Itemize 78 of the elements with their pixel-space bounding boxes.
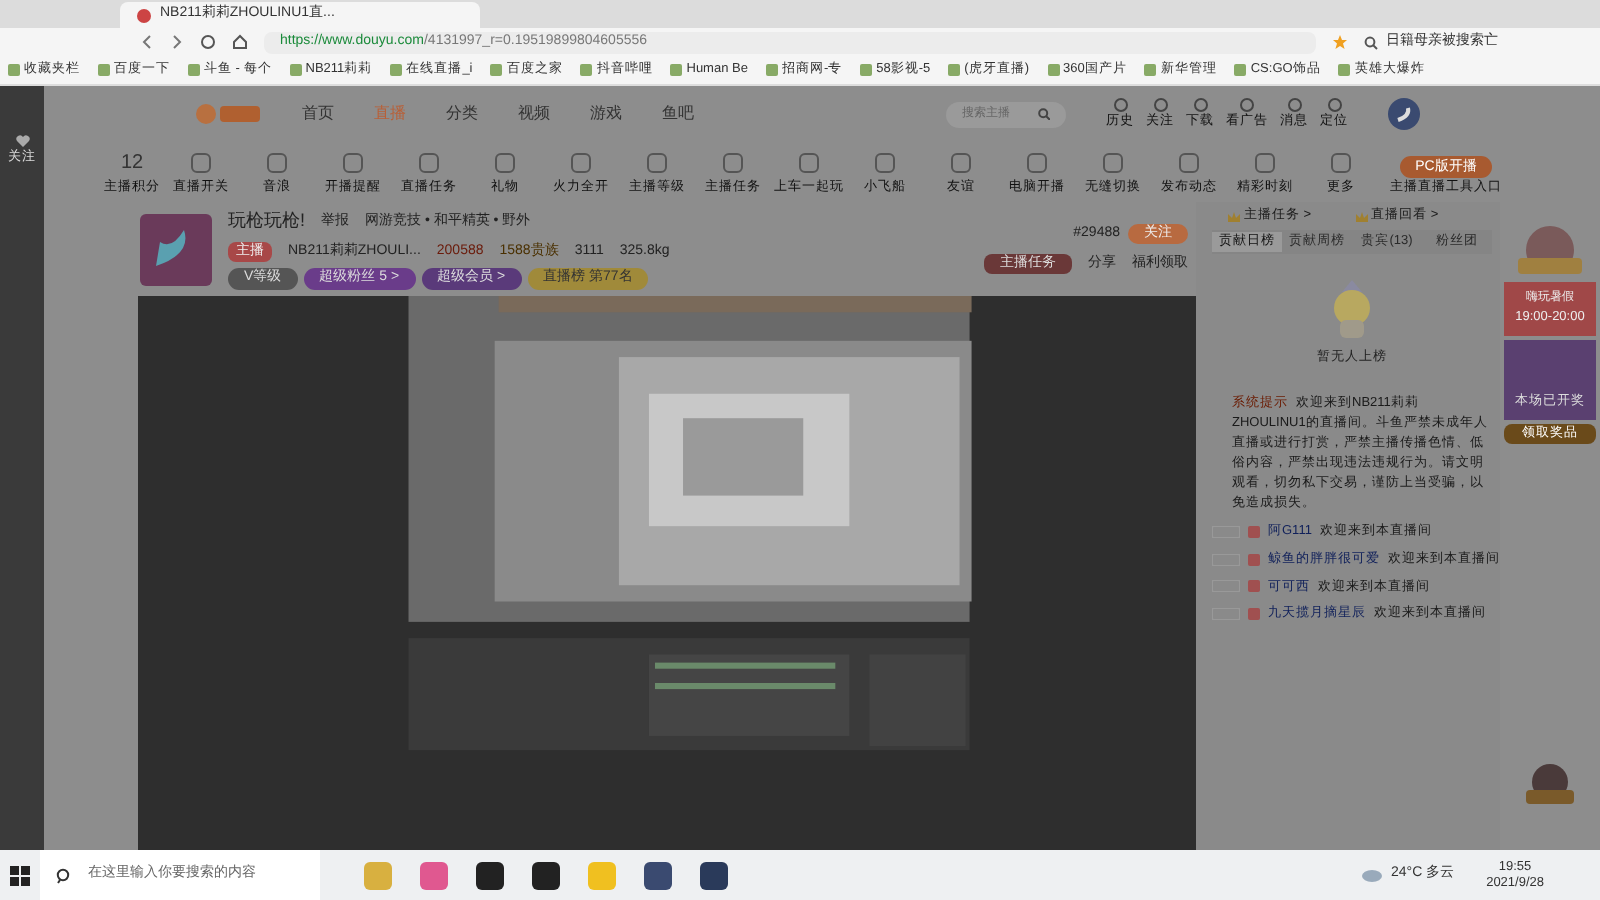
taskbar-app-icon[interactable] xyxy=(476,861,504,889)
tool-icon xyxy=(950,152,972,175)
tool-icon xyxy=(646,152,668,175)
tool-icon xyxy=(570,152,592,175)
app-icon xyxy=(700,861,728,889)
app-icon xyxy=(588,861,616,889)
circle-icon xyxy=(1153,97,1167,112)
bookmark-icon xyxy=(1234,64,1247,76)
tool-icon xyxy=(266,152,288,175)
bookmark-icon xyxy=(580,64,593,76)
windows-logo-icon xyxy=(10,865,30,885)
circle-icon xyxy=(1287,97,1301,112)
crown-icon xyxy=(1228,211,1240,221)
bookmark-icon xyxy=(390,64,403,76)
app-icon xyxy=(476,861,504,889)
cloud-icon xyxy=(1362,868,1383,882)
nav-link[interactable]: 视频 xyxy=(518,102,550,126)
home-icon xyxy=(232,34,248,50)
room-avatar-icon xyxy=(140,213,212,285)
search-icon xyxy=(1038,108,1050,120)
tool-icon xyxy=(722,152,744,175)
taskbar-app-icon[interactable] xyxy=(700,861,728,889)
level-badge-icon xyxy=(1248,608,1260,621)
globe-icon xyxy=(136,7,152,23)
bookmark-icon xyxy=(1144,64,1157,76)
bookmark-icon xyxy=(188,64,200,76)
bookmark-icon xyxy=(860,64,873,76)
mascot-badge-icon xyxy=(1524,762,1576,810)
score-value: 12 xyxy=(120,150,144,179)
tool-icon xyxy=(190,152,212,175)
heart-icon xyxy=(15,134,29,148)
search-icon xyxy=(56,867,72,883)
star-icon xyxy=(1332,34,1348,50)
bookmark-icon xyxy=(765,64,778,76)
tool-icon xyxy=(342,152,364,175)
forward-icon xyxy=(170,34,184,50)
tool-icon xyxy=(1026,152,1048,175)
taskbar-app-icon[interactable] xyxy=(644,861,672,889)
tool-icon xyxy=(874,152,896,175)
back-icon xyxy=(140,34,154,50)
circle-icon xyxy=(1193,97,1207,112)
tool-icon xyxy=(418,152,440,175)
tool-icon xyxy=(1330,152,1352,175)
bookmark-icon xyxy=(670,64,683,76)
search-icon xyxy=(1364,35,1378,49)
circle-icon xyxy=(1327,97,1341,112)
taskbar-app-icon[interactable] xyxy=(532,861,560,889)
reload-icon xyxy=(200,34,216,50)
tool-icon xyxy=(494,152,516,175)
tool-icon xyxy=(798,152,820,175)
level-badge-icon xyxy=(1248,525,1260,538)
bookmark-icon xyxy=(948,64,961,76)
site-logo-icon xyxy=(194,100,262,128)
crown-icon xyxy=(1355,211,1368,221)
tool-icon xyxy=(1254,152,1276,175)
bookmark-icon xyxy=(98,64,110,76)
bookmark-icon xyxy=(289,64,302,76)
nav-link[interactable]: 首页 xyxy=(302,102,334,126)
app-icon xyxy=(532,861,560,889)
level-badge-icon xyxy=(1248,580,1260,593)
bookmark-icon xyxy=(8,64,20,76)
app-icon xyxy=(364,861,392,889)
tool-icon xyxy=(1102,152,1124,175)
circle-icon xyxy=(1113,97,1127,112)
bookmark-icon xyxy=(1047,64,1059,76)
nav-link[interactable]: 分类 xyxy=(446,102,478,126)
app-icon xyxy=(644,861,672,889)
nav-link[interactable]: 游戏 xyxy=(590,102,622,126)
level-badge-icon xyxy=(1248,553,1260,566)
avatar-icon xyxy=(1388,98,1420,130)
nav-link[interactable]: 鱼吧 xyxy=(662,102,694,126)
circle-icon xyxy=(1240,97,1254,112)
bookmark-icon xyxy=(1338,64,1351,76)
app-icon xyxy=(420,861,448,889)
bookmark-icon xyxy=(490,64,503,76)
event-logo-icon xyxy=(1514,222,1586,278)
tool-icon xyxy=(1178,152,1200,175)
room-title: 玩枪玩枪! xyxy=(228,208,306,235)
